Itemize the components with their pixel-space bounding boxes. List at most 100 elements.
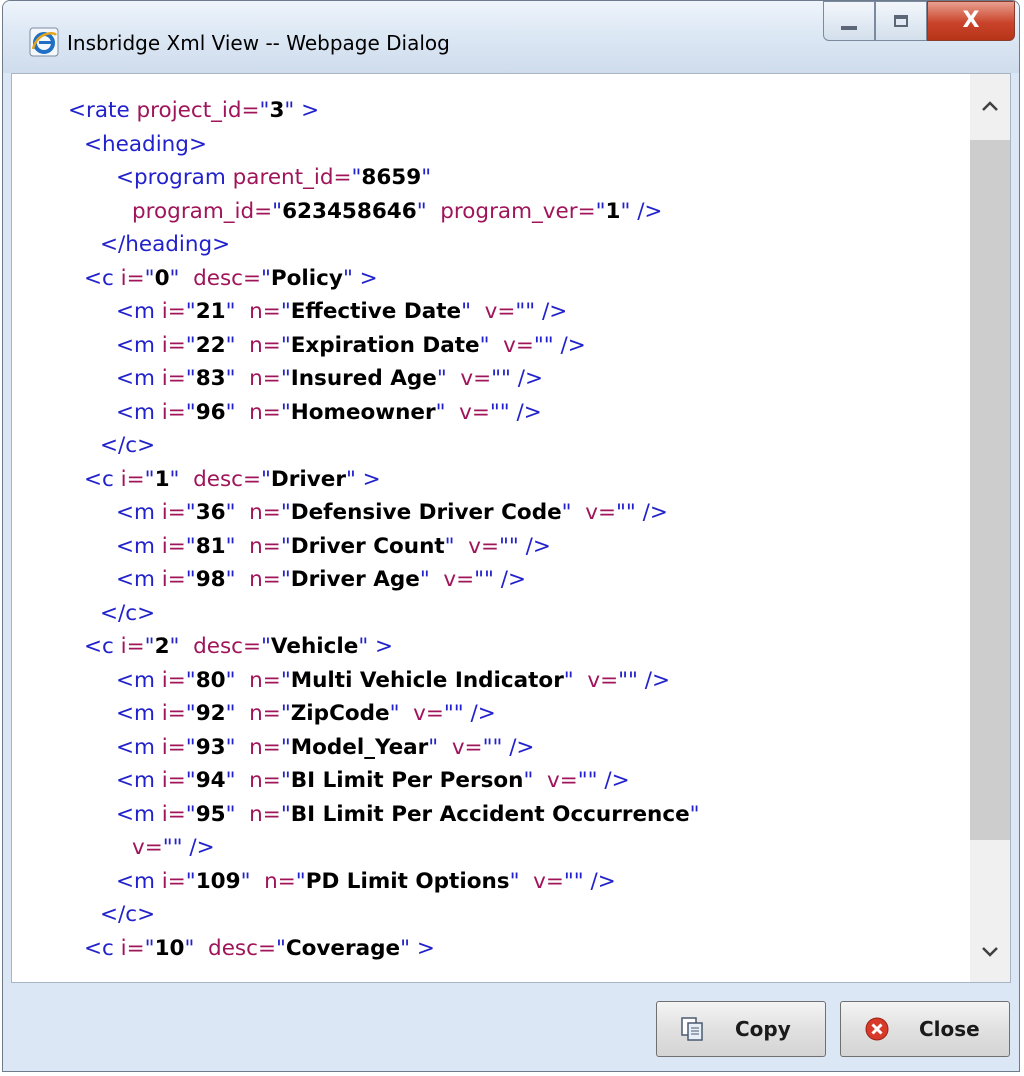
title-bar[interactable]: Insbridge Xml View -- Webpage Dialog X <box>3 1 1019 73</box>
scroll-up-button[interactable] <box>970 88 1010 124</box>
xml-attribute: program_ver= <box>440 198 596 224</box>
xml-markup: "" /> <box>162 835 215 860</box>
xml-value: 8659 <box>361 165 422 190</box>
xml-attribute: v= <box>413 701 444 726</box>
xml-attribute: i= <box>161 366 186 391</box>
xml-markup: " <box>351 165 362 190</box>
xml-markup: " <box>689 801 700 827</box>
xml-markup: " <box>275 935 286 961</box>
xml-attribute: v= <box>459 399 490 425</box>
xml-markup: <m <box>116 701 162 726</box>
xml-markup: " <box>144 634 155 659</box>
xml-value: 10 <box>154 935 185 961</box>
xml-markup: " <box>225 299 250 324</box>
xml-value: Expiration Date <box>290 332 480 358</box>
xml-value: Insured Age <box>290 366 437 391</box>
scroll-thumb[interactable] <box>970 140 1010 840</box>
xml-attribute: n= <box>249 533 281 559</box>
xml-value: 109 <box>195 868 241 894</box>
copy-button[interactable]: Copy <box>656 1001 826 1057</box>
xml-attribute: i= <box>161 701 186 726</box>
xml-markup: <m <box>116 299 162 324</box>
xml-line: <c i="1" desc="Driver" > <box>68 463 700 497</box>
xml-markup: " <box>185 332 196 358</box>
xml-markup: " <box>225 500 250 525</box>
xml-value: 94 <box>195 768 226 793</box>
xml-markup: " <box>523 768 548 793</box>
xml-value: 623458646 <box>282 198 417 224</box>
xml-markup: " <box>169 265 194 291</box>
xml-attribute: v= <box>547 768 578 793</box>
xml-markup: "" /> <box>474 567 527 592</box>
xml-markup: "" /> <box>482 734 535 760</box>
chevron-up-icon <box>982 101 998 111</box>
xml-attribute: i= <box>161 332 186 358</box>
vertical-scrollbar[interactable] <box>970 74 1010 982</box>
xml-line: <m i="94" n="BI Limit Per Person" v="" /… <box>68 764 700 798</box>
xml-markup: </c> <box>100 433 156 458</box>
xml-markup: " <box>280 533 291 559</box>
xml-markup: "" /> <box>491 366 543 391</box>
xml-markup: " <box>261 634 271 659</box>
xml-markup: " <box>436 366 461 391</box>
minimize-button[interactable] <box>823 1 875 41</box>
xml-value: BI Limit Per Person <box>290 768 524 793</box>
xml-markup: " > <box>358 634 394 659</box>
minimize-icon <box>841 26 857 30</box>
xml-markup: " <box>509 868 534 894</box>
window-close-button[interactable]: X <box>927 1 1015 41</box>
xml-value: 92 <box>195 701 226 726</box>
xml-value: PD Limit Options <box>305 868 510 894</box>
xml-attribute: i= <box>120 935 145 961</box>
xml-markup: "" /> <box>533 332 586 358</box>
xml-markup: " <box>144 935 155 961</box>
xml-markup: " <box>479 332 504 358</box>
xml-markup: " <box>185 768 196 793</box>
xml-value: 81 <box>195 533 226 559</box>
xml-markup: " <box>185 500 196 525</box>
xml-value: 3 <box>269 98 285 123</box>
xml-line: program_id="623458646" program_ver="1" /… <box>68 195 700 229</box>
close-button[interactable]: Close <box>840 1001 1010 1057</box>
xml-markup: " <box>421 165 432 190</box>
xml-value: 0 <box>154 265 170 291</box>
xml-markup: " <box>185 299 196 324</box>
scroll-down-button[interactable] <box>970 934 1010 970</box>
xml-line: <rate project_id="3" > <box>68 94 700 128</box>
xml-attribute: n= <box>249 701 281 726</box>
window-title: Insbridge Xml View -- Webpage Dialog <box>67 31 450 55</box>
xml-markup: <c <box>84 935 121 961</box>
xml-line: <m i="93" n="Model_Year" v="" /> <box>68 731 700 765</box>
xml-markup: " <box>280 332 291 358</box>
xml-markup: " <box>185 667 196 693</box>
xml-attribute: v= <box>503 332 534 358</box>
xml-markup: <m <box>116 332 162 358</box>
xml-markup: </heading> <box>100 232 231 257</box>
xml-text: <rate project_id="3" > <heading> <program … <box>68 94 700 965</box>
xml-attribute: desc= <box>208 935 276 961</box>
xml-markup: " <box>185 868 196 894</box>
xml-line: <c i="2" desc="Vehicle" > <box>68 630 700 664</box>
xml-markup: <m <box>116 500 162 525</box>
xml-line: <m i="109" n="PD Limit Options" v="" /> <box>68 865 700 899</box>
xml-markup: " <box>595 198 606 224</box>
xml-attribute: parent_id= <box>232 165 352 190</box>
xml-value: 36 <box>195 500 226 525</box>
xml-line: v="" /> <box>68 831 700 865</box>
xml-markup: <c <box>84 265 121 291</box>
xml-attribute: v= <box>451 734 483 760</box>
xml-markup: " <box>259 98 270 123</box>
chevron-down-icon <box>982 947 998 957</box>
xml-line: </c> <box>68 898 700 932</box>
xml-attribute: v= <box>460 366 492 391</box>
xml-line: </c> <box>68 597 700 631</box>
xml-markup: "" /> <box>577 768 630 793</box>
xml-content-pane[interactable]: <rate project_id="3" > <heading> <program … <box>11 73 1011 983</box>
maximize-button[interactable] <box>875 1 927 41</box>
xml-line: <m i="98" n="Driver Age" v="" /> <box>68 563 700 597</box>
xml-markup: " <box>280 667 291 693</box>
xml-markup: "" /> <box>618 667 670 693</box>
xml-markup: " <box>225 701 250 726</box>
xml-markup: " > <box>342 265 378 291</box>
xml-markup: " <box>185 701 196 726</box>
